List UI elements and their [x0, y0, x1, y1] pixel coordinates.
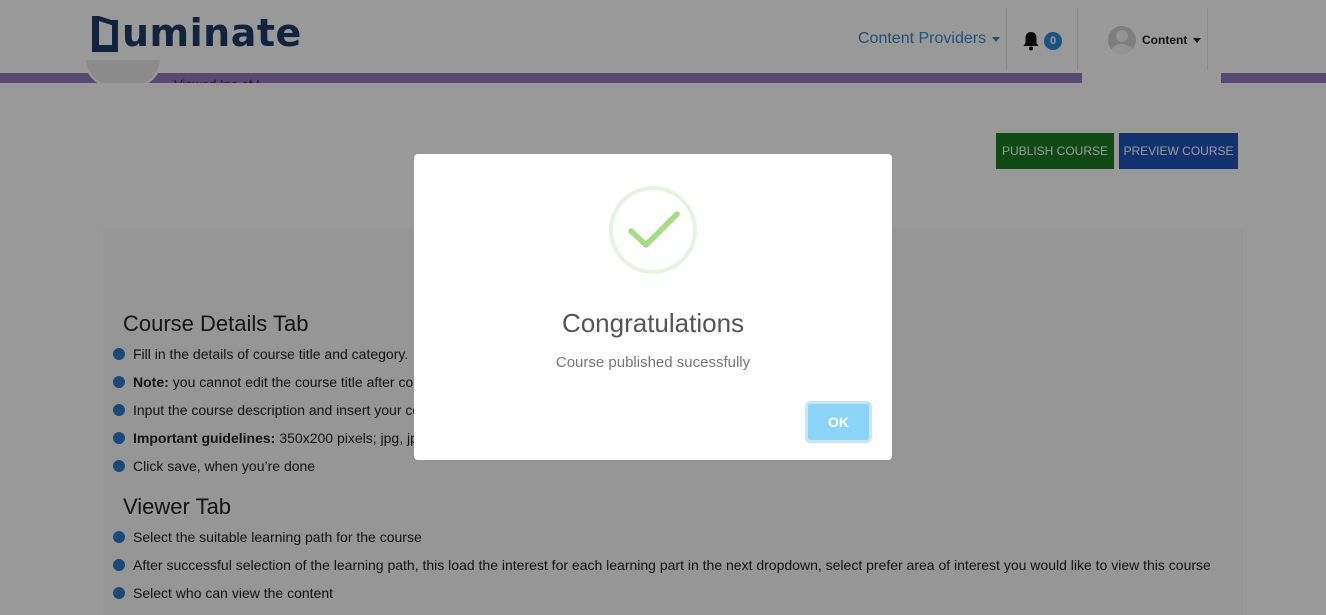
success-dialog: Congratulations Course published sucessf…: [414, 154, 892, 460]
ok-button[interactable]: OK: [805, 401, 872, 443]
dialog-title: Congratulations: [561, 308, 745, 338]
dialog-message: Course published sucessfully: [555, 354, 751, 371]
checkmark-icon: [628, 211, 680, 248]
success-ring: [609, 186, 697, 274]
